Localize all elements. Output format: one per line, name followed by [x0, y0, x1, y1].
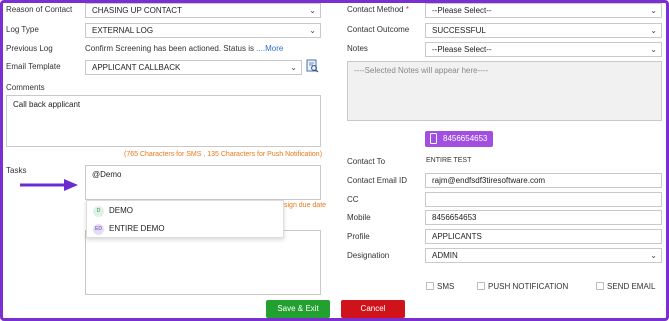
logtype-select[interactable]: EXTERNAL LOG ⌄	[85, 23, 321, 38]
mobile-label: Mobile	[347, 213, 371, 222]
email-id-value: rajm@endfsdf3tiresoftware.com	[432, 176, 546, 185]
push-notification-checkbox[interactable]	[477, 282, 485, 290]
reason-label: Reason of Contact	[6, 5, 73, 14]
method-label-text: Contact Method	[347, 5, 404, 14]
reason-select[interactable]: CHASING UP CONTACT ⌄	[85, 3, 321, 18]
cancel-button[interactable]: Cancel	[341, 300, 405, 318]
notes-placeholder: ----Selected Notes will appear here----	[354, 66, 489, 75]
selected-notes-box: ----Selected Notes will appear here----	[347, 61, 662, 121]
phone-badge[interactable]: 8456654653	[425, 131, 493, 147]
profile-field: APPLICANTS	[425, 229, 662, 244]
sms-label: SMS	[437, 282, 455, 291]
designation-select[interactable]: ADMIN ⌄	[425, 248, 662, 263]
push-notification-label: PUSH NOTIFICATION	[488, 282, 569, 291]
outcome-select[interactable]: SUCCESSFUL ⌄	[425, 23, 662, 38]
comments-label: Comments	[6, 83, 45, 92]
prevlog-label: Previous Log	[6, 44, 53, 53]
prevlog-more-link[interactable]: ....More	[256, 44, 283, 53]
reason-value: CHASING UP CONTACT	[92, 6, 182, 15]
avatar: D	[93, 206, 104, 217]
phone-badge-number: 8456654653	[443, 134, 488, 143]
designation-value: ADMIN	[432, 251, 458, 260]
mobile-value: 8456654653	[432, 213, 477, 222]
mention-option-label: DEMO	[109, 206, 133, 215]
tasks-value: @Demo	[92, 170, 122, 179]
method-label: Contact Method *	[347, 5, 409, 14]
template-value: APPLICANT CALLBACK	[92, 63, 181, 72]
mobile-phone-icon	[430, 133, 437, 144]
contact-to-label: Contact To	[347, 157, 386, 166]
sms-checkbox[interactable]	[426, 282, 434, 290]
mention-option-entire-demo[interactable]: ED ENTIRE DEMO	[87, 220, 283, 238]
chevron-down-icon: ⌄	[650, 45, 657, 54]
designation-label: Designation	[347, 251, 390, 260]
notes-select[interactable]: --Please Select-- ⌄	[425, 42, 662, 57]
preview-search-icon[interactable]	[306, 59, 319, 73]
mention-option-label: ENTIRE DEMO	[109, 224, 165, 233]
chevron-down-icon: ⌄	[290, 63, 297, 72]
save-exit-button[interactable]: Save & Exit	[266, 300, 330, 318]
arrow-right-icon	[18, 177, 80, 193]
comments-value: Call back applicant	[13, 100, 81, 109]
email-id-label: Contact Email ID	[347, 176, 408, 185]
chevron-down-icon: ⌄	[650, 6, 657, 15]
method-value: --Please Select--	[432, 6, 492, 15]
tasks-detail-area[interactable]	[85, 230, 321, 295]
cc-label: CC	[347, 195, 359, 204]
profile-value: APPLICANTS	[432, 232, 482, 241]
outcome-label: Contact Outcome	[347, 25, 410, 34]
template-select[interactable]: APPLICANT CALLBACK ⌄	[85, 60, 302, 75]
avatar: ED	[93, 224, 104, 235]
send-email-label: SEND EMAIL	[607, 282, 656, 291]
outcome-value: SUCCESSFUL	[432, 26, 486, 35]
notes-label: Notes	[347, 44, 368, 53]
tasks-label: Tasks	[6, 166, 27, 175]
mention-dropdown: D DEMO ED ENTIRE DEMO	[86, 200, 284, 238]
chevron-down-icon: ⌄	[650, 251, 657, 260]
mention-option-demo[interactable]: D DEMO	[87, 202, 283, 220]
mobile-field[interactable]: 8456654653	[425, 210, 662, 225]
prevlog-text: Confirm Screening has been actioned. Sta…	[85, 44, 283, 53]
cc-field[interactable]	[425, 192, 662, 207]
comments-textarea[interactable]: Call back applicant	[6, 95, 321, 147]
logtype-label: Log Type	[6, 25, 39, 34]
email-id-field[interactable]: rajm@endfsdf3tiresoftware.com	[425, 173, 662, 188]
chevron-down-icon: ⌄	[309, 6, 316, 15]
char-counter: (765 Characters for SMS , 135 Characters…	[124, 151, 323, 158]
method-select[interactable]: --Please Select-- ⌄	[425, 3, 662, 18]
tasks-textarea[interactable]: @Demo	[85, 165, 321, 200]
profile-label: Profile	[347, 232, 370, 241]
logtype-value: EXTERNAL LOG	[92, 26, 154, 35]
template-label: Email Template	[6, 62, 61, 71]
send-email-checkbox[interactable]	[596, 282, 604, 290]
prevlog-status-text: Confirm Screening has been actioned. Sta…	[85, 44, 254, 53]
chevron-down-icon: ⌄	[650, 26, 657, 35]
required-marker: *	[405, 5, 409, 14]
due-date-hint: sign due date	[284, 202, 327, 209]
contact-to-value: ENTIRE TEST	[426, 157, 472, 164]
chevron-down-icon: ⌄	[309, 26, 316, 35]
notes-value: --Please Select--	[432, 45, 492, 54]
